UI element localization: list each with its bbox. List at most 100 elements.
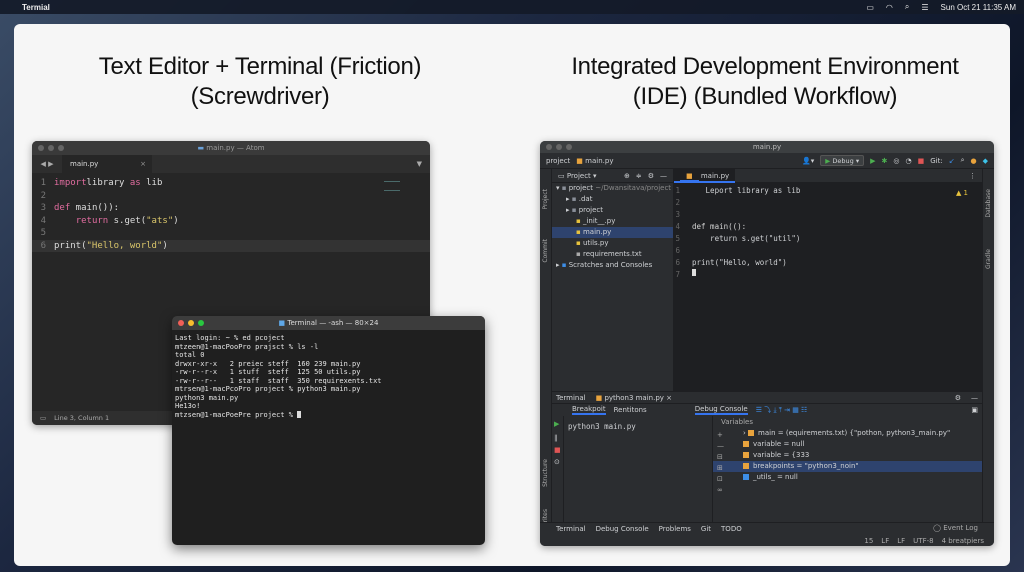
battery-icon[interactable]: ▭: [866, 3, 874, 12]
search-icon[interactable]: ⌕: [961, 156, 965, 165]
tree-item[interactable]: ▸ ▪ .dat: [552, 194, 673, 205]
tree-item[interactable]: ▸ ▪ Scratches and Consoles: [552, 260, 673, 271]
tree-item[interactable]: ▾ ▪ project ~/Dwansitava/project: [552, 183, 673, 194]
toolbar-project[interactable]: project: [546, 157, 570, 165]
tab-dropdown-icon[interactable]: ▼: [417, 160, 422, 168]
code-line[interactable]: 5: [32, 227, 430, 240]
toolbar-file[interactable]: ■ main.py: [576, 157, 613, 165]
editor-tab-main-py[interactable]: main.py ×: [62, 155, 152, 173]
status-tab[interactable]: Debug Console: [596, 525, 649, 533]
code-line[interactable]: 3: [674, 209, 982, 221]
file-icon: ▬: [197, 144, 205, 152]
code-line[interactable]: 4 def main(():: [674, 221, 982, 233]
variable-row[interactable]: _utils_ = null: [713, 472, 982, 483]
ide-title-bar[interactable]: main.py: [540, 141, 994, 153]
tab-breakpoints[interactable]: Breakpoit: [572, 405, 606, 415]
variable-row[interactable]: › main = (equirements.txt) {"pothon, pyt…: [713, 428, 982, 439]
tree-item[interactable]: ▪ utils.py: [552, 238, 673, 249]
status-info-item[interactable]: LF: [881, 537, 889, 545]
code-line[interactable]: 6: [674, 245, 982, 257]
code-line[interactable]: 4 return s.get("ats"): [32, 215, 430, 228]
settings-icon[interactable]: ◆: [983, 157, 988, 165]
code-line[interactable]: 5 return s.get("util"): [674, 233, 982, 245]
variables-actions[interactable]: + — ⊟ ⊞ ⊡ ∞: [717, 430, 724, 496]
status-info-item[interactable]: UTF-8: [913, 537, 933, 545]
ide-tab-main-py[interactable]: ■ main.py: [674, 168, 736, 183]
debug-variables-panel: Variables › main = (equirements.txt) {"p…: [712, 416, 982, 522]
gradle-tool-label[interactable]: Gradle: [985, 249, 992, 269]
project-panel-title[interactable]: ▭ Project ▾: [558, 172, 597, 180]
code-line[interactable]: 6 print("Hello, world"): [674, 257, 982, 269]
coverage-icon[interactable]: ◎: [893, 157, 899, 165]
code-line[interactable]: 2: [32, 190, 430, 203]
tree-item[interactable]: ▪ _init__.py: [552, 216, 673, 227]
wifi-icon[interactable]: ◠: [886, 3, 893, 12]
status-tab[interactable]: Git: [701, 525, 711, 533]
tab-terminal[interactable]: Terminal: [556, 394, 586, 402]
ide-code-area[interactable]: 1 Leport library as lib 2 3 4 def main((): 5 …: [674, 183, 982, 281]
code-token: s.get(: [108, 215, 147, 226]
variable-row[interactable]: variable = null: [713, 439, 982, 450]
status-info-item[interactable]: 15: [864, 537, 873, 545]
code-token: ): [162, 240, 168, 251]
control-center-icon[interactable]: ☰: [921, 3, 928, 12]
collapse-icon[interactable]: ≑: [636, 172, 642, 180]
git-label[interactable]: Git:: [930, 157, 942, 165]
line-number: 6: [675, 246, 680, 255]
app-name[interactable]: Termial: [22, 3, 50, 12]
terminal-title-bar[interactable]: ■ Terminal — -ash — 80×24: [172, 316, 485, 330]
code-line[interactable]: 6 print("Hello, world"): [32, 239, 430, 252]
tree-item[interactable]: ▪ main.py: [552, 227, 673, 238]
tab-debug-console[interactable]: Debug Console: [694, 405, 748, 415]
status-tab[interactable]: TODO: [721, 525, 742, 533]
terminal-output[interactable]: Last login: ~ % ed pcoject mtzeen@1-macPo…: [172, 330, 485, 423]
status-tab[interactable]: Problems: [659, 525, 691, 533]
hide-icon[interactable]: —: [660, 172, 667, 180]
code-token: return: [75, 215, 109, 226]
variable-row[interactable]: breakpoints = "python3_noin": [713, 461, 982, 472]
tab-renditions[interactable]: Rentitons: [614, 406, 647, 414]
profile-icon[interactable]: ◔: [905, 157, 911, 165]
gear-icon[interactable]: ⚙: [648, 172, 654, 180]
editor-title-bar[interactable]: ▬ main.py — Atom: [32, 141, 430, 155]
run-icon[interactable]: ▶: [870, 157, 875, 165]
code-line[interactable]: 1 import library as lib: [32, 177, 430, 190]
avatar-icon[interactable]: ●: [971, 157, 977, 165]
menubar-clock[interactable]: Sun Oct 21 11:35 AM: [941, 3, 1016, 12]
structure-tool-label[interactable]: Structure: [542, 459, 549, 487]
user-icon[interactable]: 👤▾: [802, 157, 814, 165]
code-line[interactable]: 7: [674, 269, 982, 281]
layout-icon[interactable]: ▣: [971, 406, 978, 414]
commit-tool-label[interactable]: Commit: [542, 239, 549, 263]
event-log[interactable]: ◯ Event Log: [933, 524, 978, 532]
variable-row[interactable]: variable = {333: [713, 450, 982, 461]
status-tab[interactable]: Terminal: [556, 525, 586, 533]
code-line[interactable]: 2: [674, 197, 982, 209]
warning-indicator[interactable]: ▲ 1: [956, 189, 968, 197]
stop-icon[interactable]: ■: [918, 157, 925, 165]
search-icon[interactable]: ⌕: [905, 2, 909, 12]
locate-icon[interactable]: ⊕: [624, 172, 630, 180]
tab-run[interactable]: ■ python3 main.py ×: [596, 394, 672, 402]
tab-nav-arrows-icon[interactable]: ◀ ▶: [32, 160, 62, 168]
run-output[interactable]: python3 main.py: [552, 416, 700, 522]
step-icons[interactable]: ☰ ⤵ ⤓ ⤒ ⇥ ▦ ☷: [756, 405, 808, 415]
editor-code-area[interactable]: 1 import library as lib 2 3 def main()): 4 ret…: [32, 173, 430, 252]
git-update-icon[interactable]: ↙: [949, 157, 955, 165]
status-info-item[interactable]: 4 breatpiers: [942, 537, 984, 545]
status-info-item[interactable]: LF: [897, 537, 905, 545]
hide-icon[interactable]: —: [971, 394, 978, 402]
tree-item[interactable]: ▪ requirements.txt: [552, 249, 673, 260]
status-panel-icon[interactable]: ▭: [40, 414, 46, 422]
project-tool-label[interactable]: Project: [542, 189, 549, 210]
code-line[interactable]: 3 def main()):: [32, 202, 430, 215]
close-tab-icon[interactable]: ×: [140, 155, 146, 173]
more-icon[interactable]: ⋮: [963, 169, 982, 183]
tree-item[interactable]: ▸ ▪ project: [552, 205, 673, 216]
minimap[interactable]: [384, 181, 400, 191]
run-config-select[interactable]: ▶ Debug ▾: [820, 155, 865, 166]
database-tool-label[interactable]: Database: [985, 189, 992, 218]
code-line[interactable]: 1 Leport library as lib: [674, 185, 982, 197]
debug-icon[interactable]: ✱: [882, 157, 888, 165]
gear-icon[interactable]: ⚙: [955, 394, 961, 402]
